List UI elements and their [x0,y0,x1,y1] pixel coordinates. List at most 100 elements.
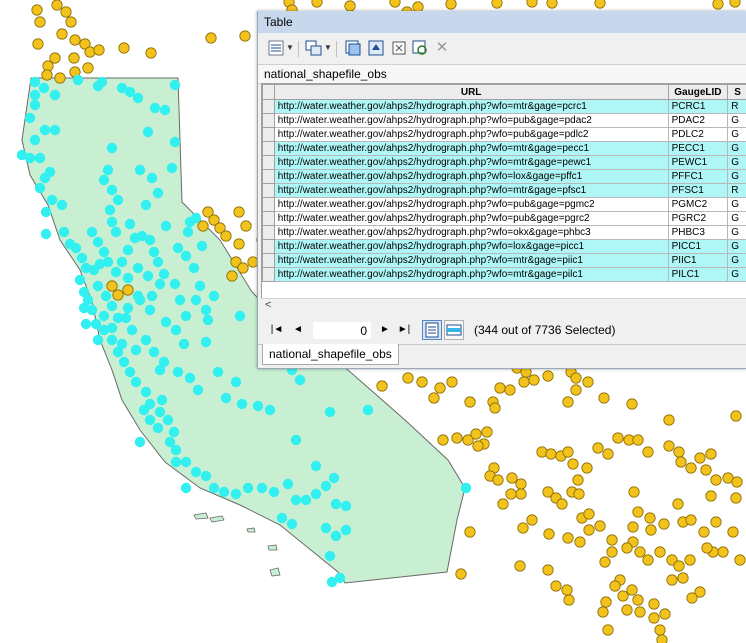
row-selector[interactable] [262,127,275,142]
cell-url[interactable]: http://water.weather.gov/ahps2/hydrograp… [273,225,669,240]
table-row[interactable]: http://water.weather.gov/ahps2/hydrograp… [262,169,746,184]
unselected-gauge-point [734,554,746,566]
selected-gauge-point [230,488,242,500]
row-selector[interactable] [262,267,275,282]
table-row[interactable]: http://water.weather.gov/ahps2/hydrograp… [262,253,746,268]
row-selector[interactable] [262,141,275,156]
current-record-field[interactable]: 0 [312,321,372,340]
scroll-left-arrow[interactable]: < [265,299,271,311]
switch-selection-icon[interactable] [367,39,385,57]
cell-s[interactable]: R [727,183,746,198]
table-row[interactable]: http://water.weather.gov/ahps2/hydrograp… [262,99,746,114]
cell-url[interactable]: http://water.weather.gov/ahps2/hydrograp… [273,253,669,268]
table-row[interactable]: http://water.weather.gov/ahps2/hydrograp… [262,225,746,240]
row-selector[interactable] [262,197,275,212]
cell-url[interactable]: http://water.weather.gov/ahps2/hydrograp… [273,239,669,254]
row-selector[interactable] [262,169,275,184]
cell-s[interactable]: R [727,99,746,114]
cell-gaugelid[interactable]: PHBC3 [667,225,729,240]
show-all-records-button[interactable] [422,320,442,340]
column-header-url[interactable]: URL [273,84,669,100]
cell-gaugelid[interactable]: PEWC1 [667,155,729,170]
table-row[interactable]: http://water.weather.gov/ahps2/hydrograp… [262,113,746,128]
cell-gaugelid[interactable]: PECC1 [667,141,729,156]
tab-national-shapefile-obs[interactable]: national_shapefile_obs [262,344,399,365]
cell-url[interactable]: http://water.weather.gov/ahps2/hydrograp… [273,169,669,184]
cell-gaugelid[interactable]: PGRC2 [667,211,729,226]
delete-selected-icon[interactable]: ✕ [433,39,451,57]
cell-s[interactable]: G [727,113,746,128]
table-row[interactable]: http://water.weather.gov/ahps2/hydrograp… [262,141,746,156]
row-selector[interactable] [262,155,275,170]
next-record-button[interactable]: ► [378,323,392,337]
row-selector[interactable] [262,211,275,226]
row-selector[interactable] [262,225,275,240]
column-header-s[interactable]: S [727,84,746,100]
select-by-attributes-icon[interactable] [344,39,362,57]
selected-gauge-point [106,216,118,228]
table-row[interactable]: http://water.weather.gov/ahps2/hydrograp… [262,127,746,142]
table-row[interactable]: http://water.weather.gov/ahps2/hydrograp… [262,155,746,170]
cell-s[interactable]: G [727,225,746,240]
cell-s[interactable]: G [727,169,746,184]
unselected-gauge-point [583,524,595,536]
cell-s[interactable]: G [727,127,746,142]
table-row[interactable]: http://water.weather.gov/ahps2/hydrograp… [262,211,746,226]
table-row[interactable]: http://water.weather.gov/ahps2/hydrograp… [262,267,746,282]
cell-url[interactable]: http://water.weather.gov/ahps2/hydrograp… [273,141,669,156]
cell-gaugelid[interactable]: PDLC2 [667,127,729,142]
last-record-button[interactable]: ►| [397,323,411,337]
cell-url[interactable]: http://water.weather.gov/ahps2/hydrograp… [273,99,669,114]
chevron-down-icon[interactable]: ▼ [324,39,332,57]
chevron-down-icon[interactable]: ▼ [286,39,294,57]
cell-gaugelid[interactable]: PILC1 [667,267,729,282]
zoom-to-selected-icon[interactable] [411,39,429,57]
show-selected-records-button[interactable] [444,320,464,340]
cell-url[interactable]: http://water.weather.gov/ahps2/hydrograp… [273,197,669,212]
cell-url[interactable]: http://water.weather.gov/ahps2/hydrograp… [273,127,669,142]
cell-gaugelid[interactable]: PIIC1 [667,253,729,268]
cell-gaugelid[interactable]: PFSC1 [667,183,729,198]
selected-gauge-point [144,234,156,246]
cell-url[interactable]: http://water.weather.gov/ahps2/hydrograp… [273,155,669,170]
table-row[interactable]: http://water.weather.gov/ahps2/hydrograp… [262,239,746,254]
row-selector[interactable] [262,253,275,268]
cell-url[interactable]: http://water.weather.gov/ahps2/hydrograp… [273,183,669,198]
horizontal-scrollbar[interactable]: < [261,298,746,315]
title-bar[interactable]: Table [258,11,746,34]
cell-url[interactable]: http://water.weather.gov/ahps2/hydrograp… [273,211,669,226]
cell-s[interactable]: G [727,267,746,282]
cell-s[interactable]: G [727,197,746,212]
cell-gaugelid[interactable]: PGMC2 [667,197,729,212]
cell-gaugelid[interactable]: PFFC1 [667,169,729,184]
related-tables-icon[interactable] [305,39,323,57]
table-row[interactable]: http://water.weather.gov/ahps2/hydrograp… [262,197,746,212]
previous-record-button[interactable]: ◄ [291,323,305,337]
clear-selection-icon[interactable] [390,39,408,57]
cell-url[interactable]: http://water.weather.gov/ahps2/hydrograp… [273,267,669,282]
row-selector[interactable] [262,113,275,128]
cell-gaugelid[interactable]: PDAC2 [667,113,729,128]
table-row[interactable]: http://water.weather.gov/ahps2/hydrograp… [262,183,746,198]
attribute-grid[interactable]: URL GaugeLID S http://water.weather.gov/… [261,83,746,299]
row-selector-header[interactable] [262,84,275,100]
unselected-gauge-point [145,47,157,59]
cell-s[interactable]: G [727,211,746,226]
island-shape [209,515,225,523]
cell-gaugelid[interactable]: PCRC1 [667,99,729,114]
first-record-button[interactable]: |◄ [270,323,284,337]
row-selector[interactable] [262,183,275,198]
unselected-gauge-point [68,52,80,64]
table-window[interactable]: Table ▼ ▼ ✕ national_shapefile_obs URL G… [257,11,746,369]
cell-s[interactable]: G [727,155,746,170]
table-options-icon[interactable] [267,39,285,57]
selected-gauge-point [98,246,110,258]
row-selector[interactable] [262,239,275,254]
column-header-gaugelid[interactable]: GaugeLID [667,84,729,100]
cell-url[interactable]: http://water.weather.gov/ahps2/hydrograp… [273,113,669,128]
row-selector[interactable] [262,99,275,114]
cell-s[interactable]: G [727,253,746,268]
cell-s[interactable]: G [727,141,746,156]
cell-s[interactable]: G [727,239,746,254]
cell-gaugelid[interactable]: PICC1 [667,239,729,254]
